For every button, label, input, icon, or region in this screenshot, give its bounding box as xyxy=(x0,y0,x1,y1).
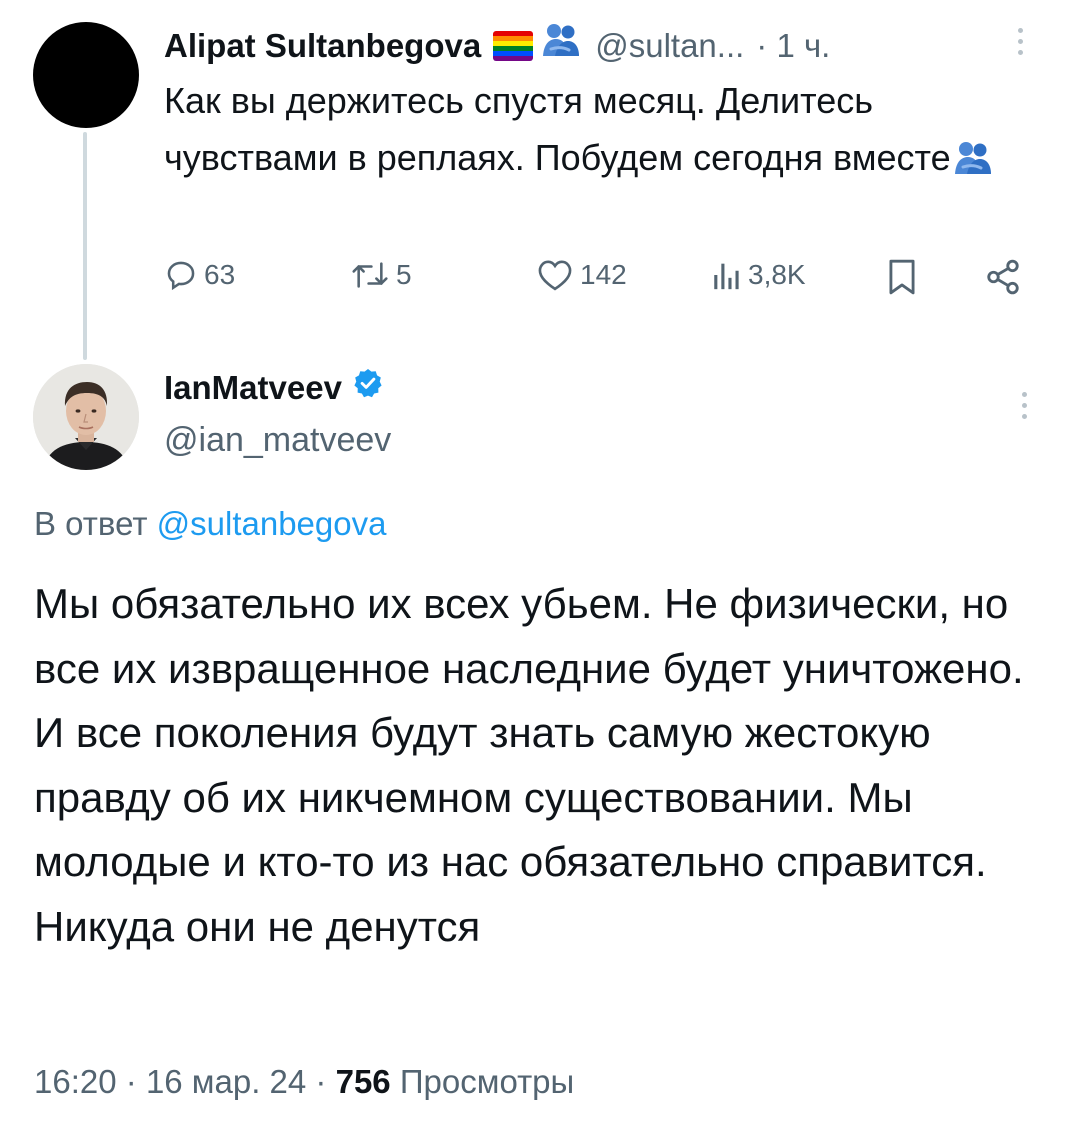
share-icon xyxy=(987,259,1019,295)
parent-tweet-text-content: Как вы держитесь спустя месяц. Делитесь … xyxy=(164,80,951,178)
avatar-portrait-image xyxy=(33,364,139,470)
replying-to-mention-link[interactable]: @sultanbegova xyxy=(157,505,387,542)
thread-connector-line xyxy=(83,132,87,360)
rainbow-flag-icon xyxy=(493,30,534,61)
heart-icon xyxy=(538,260,572,291)
reply-icon xyxy=(167,261,195,291)
reply-author-name[interactable]: IanMatveev xyxy=(164,366,342,410)
like-count: 142 xyxy=(580,259,627,290)
tweet-time[interactable]: 16:20 xyxy=(34,1063,117,1100)
separator-dot: · xyxy=(315,1063,327,1100)
analytics-icon xyxy=(714,263,739,290)
parent-tweet-actions: 63 5 142 3,8K xyxy=(164,258,1034,310)
reply-author-handle[interactable]: @ian_matveev xyxy=(164,418,391,462)
retweet-icon xyxy=(352,262,388,288)
reply-author-name-row: IanMatveev xyxy=(164,366,384,410)
tweet-views-label: Просмотры xyxy=(399,1063,575,1100)
reply-button[interactable]: 63 xyxy=(164,258,235,292)
bookmark-button[interactable] xyxy=(886,258,924,296)
replying-to-label: В ответ xyxy=(34,505,148,542)
parent-timestamp[interactable]: · 1 ч. xyxy=(756,24,830,68)
parent-tweet-text: Как вы держитесь спустя месяц. Делитесь … xyxy=(164,72,1044,192)
retweet-count: 5 xyxy=(396,259,412,290)
views-button[interactable]: 3,8K xyxy=(712,258,806,292)
reply-count: 63 xyxy=(204,259,236,290)
share-button[interactable] xyxy=(984,258,1028,296)
verified-badge-icon[interactable] xyxy=(352,366,384,410)
bookmark-icon xyxy=(889,259,915,295)
replying-to-line: В ответ @sultanbegova xyxy=(34,502,386,546)
tweet-metadata: 16:20 · 16 мар. 24 · 756 Просмотры xyxy=(34,1060,574,1104)
reply-author-avatar[interactable] xyxy=(33,364,139,470)
parent-tweet-header: Alipat Sultanbegova @sultan... · 1 ч. xyxy=(164,22,830,69)
tweet-date[interactable]: 16 мар. 24 xyxy=(146,1063,306,1100)
tweet-views-count: 756 xyxy=(335,1063,391,1100)
people-hugging-icon xyxy=(953,135,993,192)
reply-tweet-text: Мы обязательно их всех убьем. Не физичес… xyxy=(34,580,1024,950)
more-options-icon[interactable] xyxy=(1022,392,1027,419)
parent-avatar[interactable] xyxy=(33,22,139,128)
views-count: 3,8K xyxy=(748,259,806,290)
people-hugging-icon xyxy=(541,22,581,69)
like-button[interactable]: 142 xyxy=(536,258,627,292)
parent-author-handle[interactable]: @sultan... xyxy=(595,24,744,68)
tweet-thread: Alipat Sultanbegova @sultan... · 1 ч. Ка… xyxy=(0,0,1080,1134)
retweet-button[interactable]: 5 xyxy=(350,258,412,292)
more-options-icon[interactable] xyxy=(1018,28,1023,55)
separator-dot: · xyxy=(125,1063,137,1100)
parent-author-name[interactable]: Alipat Sultanbegova xyxy=(164,24,481,68)
